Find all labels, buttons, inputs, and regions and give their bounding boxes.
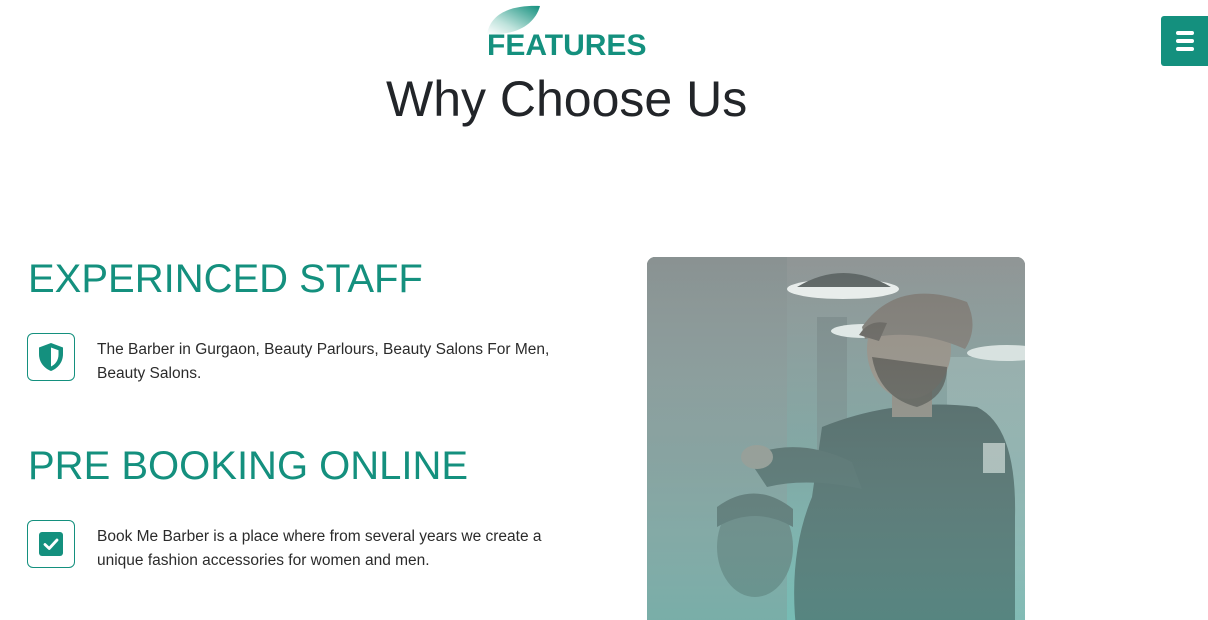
features-section: FEATURES Why Choose Us EXPERINCED STAFF …: [0, 0, 1208, 620]
menu-button[interactable]: [1161, 16, 1208, 66]
checkbox-icon: [39, 532, 63, 556]
feature-title-experienced-staff: EXPERINCED STAFF: [28, 257, 423, 301]
feature-icon-box: [27, 520, 75, 568]
shield-icon: [39, 343, 63, 371]
feature-icon-box: [27, 333, 75, 381]
feature-description: The Barber in Gurgaon, Beauty Parlours, …: [97, 341, 550, 382]
hamburger-menu-icon: [1175, 31, 1194, 51]
feature-title-pre-booking: PRE BOOKING ONLINE: [28, 444, 469, 488]
section-title: Why Choose Us: [386, 71, 748, 127]
barber-photo: [647, 257, 1025, 620]
feature-description: Book Me Barber is a place where from sev…: [97, 528, 542, 569]
section-eyebrow: FEATURES: [487, 29, 647, 62]
